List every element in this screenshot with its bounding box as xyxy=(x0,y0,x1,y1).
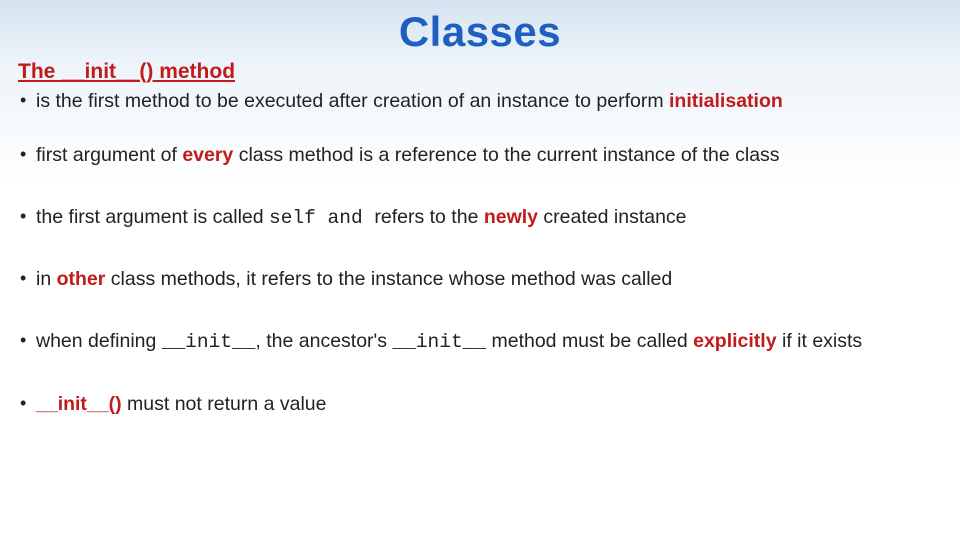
emphasis: newly xyxy=(484,206,538,228)
text: method must be called xyxy=(486,330,693,352)
slide-subtitle: The __init__() method xyxy=(18,60,942,84)
emphasis: explicitly xyxy=(693,330,776,352)
emphasis: __init__() xyxy=(36,393,122,415)
text: class methods, it refers to the instance… xyxy=(105,268,672,290)
text: class method is a reference to the curre… xyxy=(233,144,779,166)
text: when defining xyxy=(36,330,162,352)
text: first argument of xyxy=(36,144,182,166)
text: created instance xyxy=(538,206,687,228)
text: and xyxy=(316,207,375,229)
code: __init__ xyxy=(162,331,256,353)
list-item: first argument of every class method is … xyxy=(18,144,942,168)
slide-title: Classes xyxy=(18,8,942,56)
text: refers to the xyxy=(374,206,483,228)
text: in xyxy=(36,268,57,290)
bullet-list: is the first method to be executed after… xyxy=(18,90,942,417)
list-item: is the first method to be executed after… xyxy=(18,90,942,114)
code: __init__ xyxy=(392,331,486,353)
text: is the first method to be executed after… xyxy=(36,90,669,112)
code: self xyxy=(269,207,316,229)
emphasis: every xyxy=(182,144,233,166)
text: , the ancestor's xyxy=(255,330,392,352)
list-item: in other class methods, it refers to the… xyxy=(18,268,942,292)
list-item: __init__() must not return a value xyxy=(18,393,942,417)
text: must not return a value xyxy=(122,393,327,415)
emphasis: other xyxy=(57,268,106,290)
text: if it exists xyxy=(777,330,863,352)
list-item: the first argument is called self and re… xyxy=(18,206,942,231)
emphasis: initialisation xyxy=(669,90,783,112)
text: the first argument is called xyxy=(36,206,269,228)
list-item: when defining __init__, the ancestor's _… xyxy=(18,330,942,355)
